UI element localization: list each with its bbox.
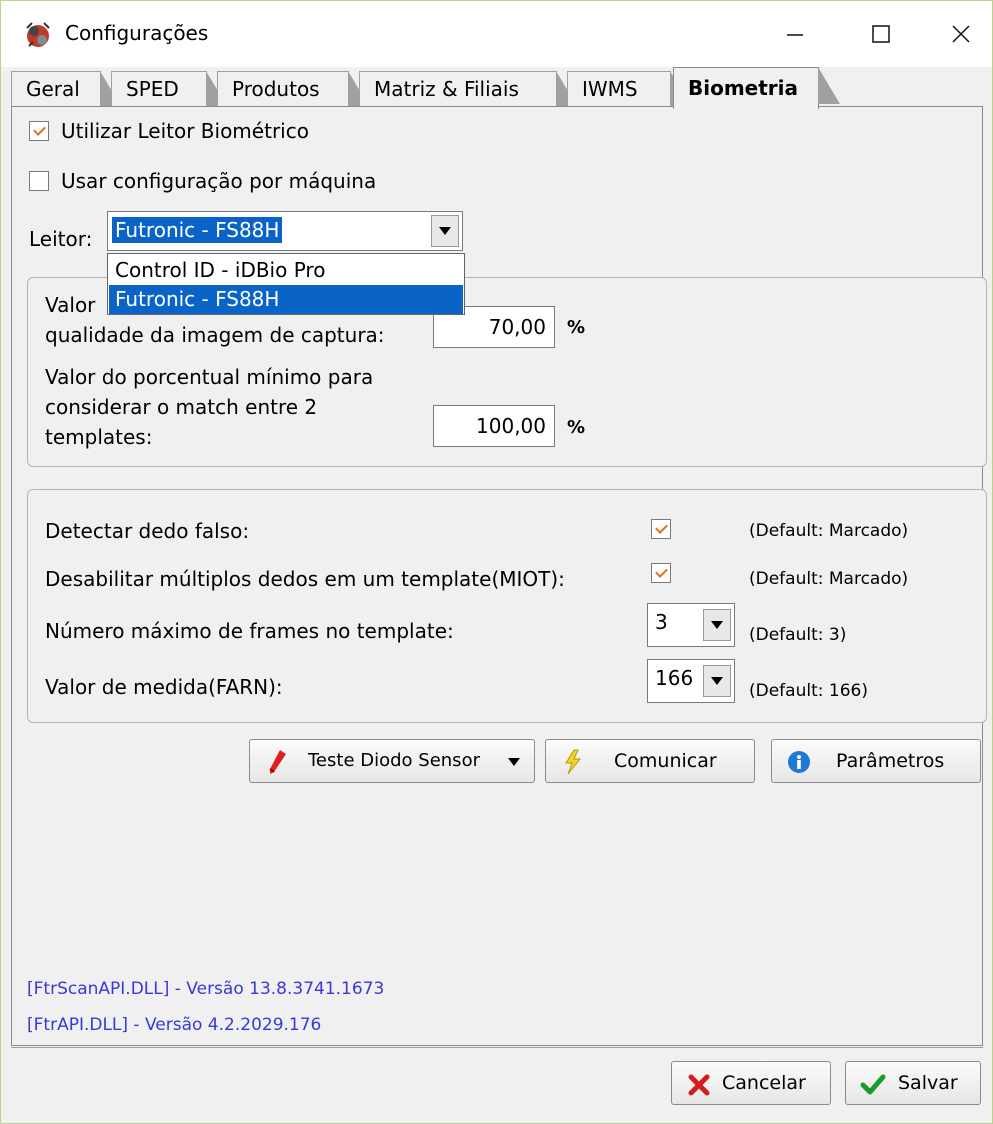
farn-label: Valor de medida(FARN): bbox=[45, 675, 283, 699]
settings-window: Configurações Geral SPED Produtos Matriz… bbox=[0, 0, 993, 1124]
use-reader-checkbox[interactable] bbox=[29, 121, 49, 141]
tab-label: SPED bbox=[126, 77, 179, 101]
communicate-label: Comunicar bbox=[614, 750, 717, 772]
parameters-label: Parâmetros bbox=[836, 750, 945, 772]
test-diode-sensor-label: Teste Diodo Sensor bbox=[308, 750, 480, 771]
use-reader-label: Utilizar Leitor Biométrico bbox=[61, 119, 309, 143]
reader-option[interactable]: Control ID - iDBio Pro bbox=[109, 256, 463, 285]
miot-label: Desabilitar múltiplos dedos em um templa… bbox=[45, 567, 565, 591]
match-unit: % bbox=[567, 417, 586, 438]
farn-value: 166 bbox=[655, 666, 694, 690]
info-icon bbox=[788, 751, 810, 773]
ftr-api-version: [FtrAPI.DLL] - Versão 4.2.2029.176 bbox=[27, 1015, 322, 1035]
maximize-button[interactable] bbox=[851, 11, 911, 57]
frames-default: (Default: 3) bbox=[749, 625, 847, 645]
chevron-down-icon[interactable] bbox=[703, 609, 731, 641]
tab-geral[interactable]: Geral bbox=[11, 71, 122, 108]
reader-option-selected[interactable]: Futronic - FS88H bbox=[109, 285, 463, 314]
tab-label: Geral bbox=[26, 77, 80, 101]
fake-finger-checkbox[interactable] bbox=[651, 519, 671, 539]
miot-checkbox[interactable] bbox=[651, 563, 671, 583]
close-icon bbox=[952, 25, 970, 43]
fake-finger-default: (Default: Marcado) bbox=[749, 521, 909, 541]
cancel-button[interactable]: Cancelar bbox=[671, 1061, 831, 1105]
tab-strip: Geral SPED Produtos Matriz & Filiais IWM… bbox=[11, 67, 981, 109]
quality-label-line1: Valor bbox=[45, 293, 96, 317]
lightning-icon bbox=[565, 749, 582, 775]
frames-label: Número máximo de frames no template: bbox=[45, 619, 454, 643]
tab-sped[interactable]: SPED bbox=[111, 71, 228, 108]
scan-api-version: [FtrScanAPI.DLL] - Versão 13.8.3741.1673 bbox=[27, 979, 385, 999]
maximize-icon bbox=[872, 25, 890, 43]
match-label-line1: Valor do porcentual mínimo para bbox=[45, 365, 374, 389]
tab-label: Produtos bbox=[232, 77, 320, 101]
per-machine-label: Usar configuração por máquina bbox=[61, 169, 377, 193]
tab-biometria[interactable]: Biometria bbox=[673, 67, 840, 109]
tab-label: Biometria bbox=[688, 76, 799, 100]
minimize-button[interactable] bbox=[765, 11, 825, 57]
close-icon bbox=[688, 1074, 710, 1096]
fake-finger-label: Detectar dedo falso: bbox=[45, 519, 250, 543]
reader-selected-value: Futronic - FS88H bbox=[112, 217, 283, 243]
footer-divider bbox=[11, 1047, 983, 1048]
tab-label: IWMS bbox=[582, 77, 638, 101]
tab-matriz-filiais[interactable]: Matriz & Filiais bbox=[359, 71, 578, 108]
tab-produtos[interactable]: Produtos bbox=[217, 71, 370, 108]
tab-label: Matriz & Filiais bbox=[374, 77, 519, 101]
chevron-down-icon[interactable] bbox=[703, 665, 731, 697]
quality-unit: % bbox=[567, 317, 586, 338]
pen-icon bbox=[269, 750, 286, 774]
farn-default: (Default: 166) bbox=[749, 681, 868, 701]
miot-default: (Default: Marcado) bbox=[749, 569, 909, 589]
frames-select[interactable]: 3 bbox=[647, 603, 735, 647]
save-button[interactable]: Salvar bbox=[845, 1061, 981, 1105]
frames-value: 3 bbox=[655, 610, 668, 634]
close-button[interactable] bbox=[931, 11, 991, 57]
match-label-line3: templates: bbox=[45, 425, 153, 449]
chevron-down-icon bbox=[508, 758, 520, 766]
reader-select[interactable]: Futronic - FS88H bbox=[107, 211, 463, 251]
tab-iwms[interactable]: IWMS bbox=[567, 71, 692, 108]
check-icon bbox=[860, 1074, 886, 1095]
match-input[interactable]: 100,00 bbox=[433, 405, 555, 447]
quality-label-line2: qualidade da imagem de captura: bbox=[45, 323, 385, 347]
minimize-icon bbox=[787, 34, 803, 36]
app-icon bbox=[26, 22, 50, 47]
test-diode-sensor-button[interactable]: Teste Diodo Sensor bbox=[249, 739, 535, 783]
chevron-down-icon[interactable] bbox=[431, 215, 459, 247]
title-bar: Configurações bbox=[1, 1, 992, 67]
match-label-line2: considerar o match entre 2 bbox=[45, 395, 318, 419]
reader-label: Leitor: bbox=[29, 227, 93, 251]
cancel-label: Cancelar bbox=[722, 1072, 806, 1094]
parameters-button[interactable]: Parâmetros bbox=[771, 739, 981, 783]
communicate-button[interactable]: Comunicar bbox=[545, 739, 755, 783]
farn-select[interactable]: 166 bbox=[647, 659, 735, 703]
save-label: Salvar bbox=[898, 1072, 958, 1094]
window-title: Configurações bbox=[65, 21, 209, 45]
reader-dropdown-list: Control ID - iDBio Pro Futronic - FS88H bbox=[107, 253, 465, 315]
per-machine-checkbox[interactable] bbox=[29, 171, 49, 191]
